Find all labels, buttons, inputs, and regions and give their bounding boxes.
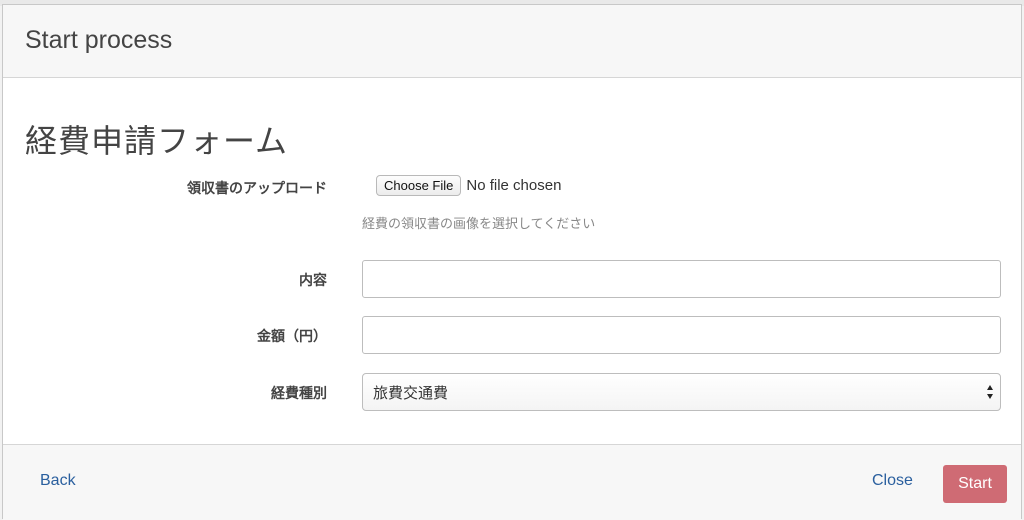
modal-title: Start process [25, 25, 173, 54]
content-label: 内容 [299, 273, 327, 289]
modal-header: Start process [3, 5, 1021, 78]
content-input[interactable] [362, 260, 1001, 298]
close-button[interactable]: Close [872, 472, 913, 490]
receipt-upload-label: 領収書のアップロード [187, 181, 327, 197]
start-process-modal: Start process 経費申請フォーム 領収書のアップロード Choose… [2, 4, 1022, 520]
modal-footer: Back Close Start [3, 444, 1021, 520]
category-select[interactable]: 旅費交通費 [362, 373, 1001, 411]
category-label: 経費種別 [271, 386, 327, 402]
choose-file-button[interactable]: Choose File [376, 175, 462, 196]
amount-label: 金額（円） [257, 329, 327, 345]
form-title: 経費申請フォーム [25, 122, 289, 160]
modal-body: 経費申請フォーム 領収書のアップロード Choose File No file … [3, 78, 1021, 444]
receipt-help-text: 経費の領収書の画像を選択してください [362, 217, 596, 232]
category-selected-value: 旅費交通費 [373, 383, 449, 402]
select-arrows-icon [987, 385, 993, 399]
back-button[interactable]: Back [40, 472, 76, 490]
receipt-file-input: Choose File No file chosen [376, 175, 561, 196]
file-status-text: No file chosen [466, 177, 562, 194]
start-button[interactable]: Start [943, 465, 1007, 503]
amount-input[interactable] [362, 316, 1001, 354]
